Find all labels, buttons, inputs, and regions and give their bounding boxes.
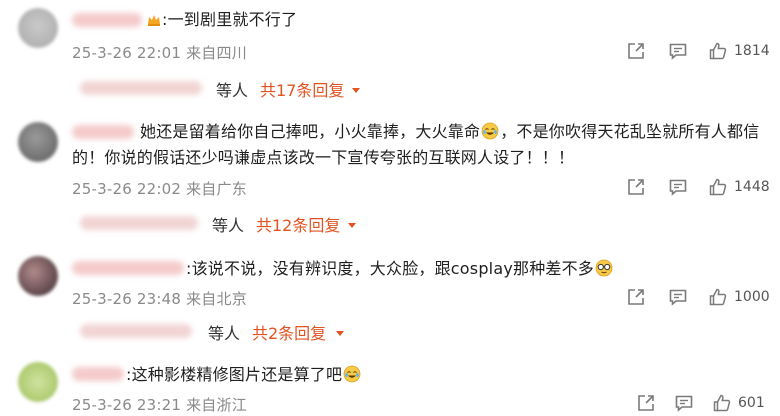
location: 来自北京 xyxy=(186,290,247,308)
comment-text: :一到剧里就不行了 xyxy=(162,10,298,29)
comment-button[interactable] xyxy=(668,176,688,198)
comment-actions: 1814 xyxy=(626,40,776,62)
share-icon xyxy=(638,395,654,411)
location: 来自浙江 xyxy=(186,396,247,414)
reply-summary: 等人 共2条回复 xyxy=(80,320,380,344)
comment-actions: 601 xyxy=(636,392,776,414)
comment-button[interactable] xyxy=(668,286,688,308)
share-icon xyxy=(628,289,644,305)
share-button[interactable] xyxy=(626,40,646,62)
caret-down-icon[interactable] xyxy=(334,324,346,343)
reply-users-blurred xyxy=(80,216,198,230)
reply-etc-label: 等人 xyxy=(208,324,241,343)
laugh-cry-emoji xyxy=(343,365,361,383)
comment-icon xyxy=(669,289,687,306)
like-count: 1814 xyxy=(734,43,770,59)
comment-button[interactable] xyxy=(668,40,688,62)
timestamp: 25-3-26 22:02 xyxy=(72,180,182,198)
avatar[interactable] xyxy=(18,8,58,48)
avatar[interactable] xyxy=(18,256,58,296)
timestamp: 25-3-26 22:01 xyxy=(72,44,182,62)
share-icon xyxy=(628,179,644,195)
comment-actions: 1448 xyxy=(626,176,776,198)
comment-text: :这种影楼精修图片还是算了吧 xyxy=(126,362,362,388)
comment-button[interactable] xyxy=(674,392,694,414)
location: 来自广东 xyxy=(186,180,247,198)
reply-summary: 等人 共12条回复 xyxy=(80,212,380,236)
username-blurred[interactable] xyxy=(72,261,184,275)
username-blurred[interactable] xyxy=(72,367,124,381)
share-button[interactable] xyxy=(636,392,656,414)
comment-meta: 25-3-26 23:48 来自北京 xyxy=(72,288,247,309)
comment-meta: 25-3-26 22:01 来自四川 xyxy=(72,42,247,63)
reply-etc-label: 等人 xyxy=(216,81,249,100)
share-icon xyxy=(628,43,644,59)
like-button[interactable]: 1448 xyxy=(708,176,770,198)
comment-meta: 25-3-26 22:02 来自广东 xyxy=(72,178,247,199)
reply-etc-label: 等人 xyxy=(212,216,245,235)
glasses-emoji xyxy=(595,259,613,277)
like-button[interactable]: 1000 xyxy=(708,286,770,308)
view-replies-link[interactable]: 共12条回复 xyxy=(256,212,340,236)
comment-text-line: 的！你说的假话还少吗谦虚点该改一下宣传夸张的互联网人设了！！！ xyxy=(72,148,575,167)
like-icon xyxy=(709,288,727,306)
comment-actions: 1000 xyxy=(626,286,776,308)
comment-text: :该说不说，没有辨识度，大众脸，跟cosplay那种差不多 xyxy=(186,256,614,282)
view-replies-link[interactable]: 共17条回复 xyxy=(260,77,344,101)
like-button[interactable]: 601 xyxy=(712,392,765,414)
like-count: 1000 xyxy=(734,289,770,305)
share-button[interactable] xyxy=(626,286,646,308)
username-blurred[interactable] xyxy=(72,13,142,27)
comment-icon xyxy=(669,43,687,60)
reply-summary: 等人 共17条回复 xyxy=(80,77,380,101)
like-icon xyxy=(713,394,731,412)
avatar[interactable] xyxy=(18,122,58,162)
caret-down-icon[interactable] xyxy=(346,216,358,235)
timestamp: 25-3-26 23:48 xyxy=(72,290,182,308)
laugh-cry-emoji xyxy=(481,122,499,140)
like-icon xyxy=(709,42,727,60)
comment-icon xyxy=(669,179,687,196)
share-button[interactable] xyxy=(626,176,646,198)
like-count: 1448 xyxy=(734,179,770,195)
timestamp: 25-3-26 23:21 xyxy=(72,396,182,414)
like-count: 601 xyxy=(738,395,765,411)
crown-badge-icon xyxy=(146,12,162,32)
avatar[interactable] xyxy=(18,362,58,402)
comment-meta: 25-3-26 23:21 来自浙江 xyxy=(72,394,247,415)
username-blurred[interactable] xyxy=(72,125,134,139)
reply-users-blurred xyxy=(80,324,192,338)
reply-users-blurred xyxy=(80,81,202,95)
like-icon xyxy=(709,178,727,196)
comment-icon xyxy=(675,395,693,412)
comment-text: 她还是留着给你自己捧吧，小火靠捧，大火靠命 ，不是你吹得天花乱坠就所有人都信 xyxy=(140,122,760,141)
caret-down-icon[interactable] xyxy=(350,81,362,100)
view-replies-link[interactable]: 共2条回复 xyxy=(252,320,326,344)
like-button[interactable]: 1814 xyxy=(708,40,770,62)
location: 来自四川 xyxy=(186,44,247,62)
